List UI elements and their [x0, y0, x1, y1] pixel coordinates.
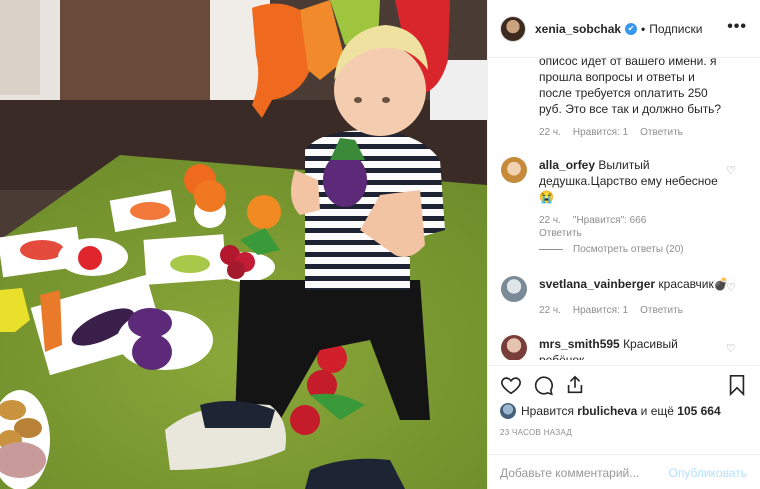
comment-time[interactable]: 22 ч.	[539, 305, 561, 316]
comment-reply-button[interactable]: Ответить	[640, 127, 683, 138]
author-avatar[interactable]	[500, 15, 526, 42]
view-replies[interactable]: Посмотреть ответы (20)	[539, 244, 684, 255]
comment-text-line: прошла вопросы и ответы и	[539, 70, 695, 84]
more-icon[interactable]: •••	[727, 19, 747, 35]
likes-prefix: Нравится	[521, 404, 574, 418]
verified-icon: ✔	[625, 22, 638, 35]
comment-meta: Ответить	[539, 228, 594, 239]
comment-item: mrs_smith595 Красивый ребёнок	[539, 336, 719, 360]
comment-item: alla_orfey Вылитый дедушка.Царство ему н…	[539, 157, 719, 205]
comment-like-icon[interactable]: ♡	[726, 166, 737, 177]
header-separator: •	[641, 21, 646, 36]
comments-list[interactable]: описос идет от вашего имени. я прошла во…	[488, 58, 760, 360]
commenter-avatar[interactable]	[501, 276, 527, 302]
comment-username[interactable]: svetlana_vainberger	[539, 277, 655, 291]
bookmark-icon[interactable]	[726, 374, 748, 397]
publish-button[interactable]: Опубликовать	[669, 466, 747, 480]
view-replies-label[interactable]: Посмотреть ответы (20)	[573, 244, 684, 255]
comment-time[interactable]: 22 ч.	[539, 215, 561, 226]
comment-username[interactable]: alla_orfey	[539, 158, 595, 172]
comment-text-line: описос идет от вашего имени. я	[539, 58, 717, 68]
comment-item: svetlana_vainberger красавчик💣	[539, 276, 729, 292]
comment-like-icon[interactable]: ♡	[726, 344, 737, 355]
commenter-avatar[interactable]	[501, 335, 527, 360]
photo-illustration	[0, 0, 487, 489]
comment-text-line: руб. Это все так и должно быть?	[539, 102, 722, 116]
comment-like-icon[interactable]: ♡	[726, 283, 737, 294]
comment-likes[interactable]: Нравится: 1	[573, 127, 628, 138]
post-actions: Нравится rbulicheva и ещё 105 664 23 ЧАС…	[488, 365, 760, 489]
comment-meta: 22 ч. Нравится: 1 Ответить	[539, 127, 749, 138]
comment-text: Вылитый	[598, 158, 650, 172]
comment-time[interactable]: 22 ч.	[539, 127, 561, 138]
comment-text: Красивый	[623, 337, 678, 351]
replies-divider	[539, 249, 563, 250]
likes-summary[interactable]: Нравится rbulicheva и ещё 105 664	[500, 403, 721, 419]
comment-username[interactable]: mrs_smith595	[539, 337, 620, 351]
liker-username[interactable]: rbulicheva	[577, 404, 637, 418]
comment-text-line: после требуется оплатить 250	[539, 86, 708, 100]
comment-meta: 22 ч. Нравится: 1 Ответить	[539, 305, 695, 316]
likes-count[interactable]: 105 664	[677, 404, 720, 418]
post-header: xenia_sobchak ✔ • Подписки •••	[488, 0, 760, 58]
comment-body: mrs_smith595 Красивый	[539, 336, 719, 352]
comment-likes[interactable]: "Нравится": 666	[573, 215, 646, 226]
comment-text: 😭	[539, 190, 554, 204]
liker-avatar	[500, 403, 516, 419]
comment-meta: 22 ч. "Нравится": 666	[539, 215, 658, 226]
comment-icon[interactable]	[532, 374, 554, 396]
comment-text: ребёнок	[539, 353, 585, 360]
add-comment-input[interactable]	[500, 465, 669, 480]
comment-body: alla_orfey Вылитый	[539, 157, 719, 173]
comment-partial: описос идет от вашего имени. я прошла во…	[539, 58, 749, 138]
instagram-post: xenia_sobchak ✔ • Подписки ••• описос ид…	[0, 0, 760, 489]
comment-likes[interactable]: Нравится: 1	[573, 305, 628, 316]
comment-text: дедушка.Царство ему небесное	[539, 174, 718, 188]
action-icons	[500, 374, 586, 396]
post-sidebar: xenia_sobchak ✔ • Подписки ••• описос ид…	[487, 0, 760, 489]
follow-button[interactable]: Подписки	[649, 22, 702, 36]
add-comment-bar: Опубликовать	[488, 454, 760, 489]
heart-icon[interactable]	[500, 374, 522, 396]
comment-body: svetlana_vainberger красавчик💣	[539, 276, 729, 292]
comment-reply-button[interactable]: Ответить	[640, 305, 683, 316]
commenter-avatar[interactable]	[501, 157, 527, 183]
post-photo[interactable]	[0, 0, 487, 489]
comment-text: красавчик💣	[658, 277, 729, 291]
post-timestamp[interactable]: 23 ЧАСОВ НАЗАД	[500, 428, 572, 437]
comment-reply-button[interactable]: Ответить	[539, 228, 582, 239]
likes-suffix: и ещё	[640, 404, 674, 418]
author-username[interactable]: xenia_sobchak	[535, 22, 621, 36]
share-icon[interactable]	[564, 374, 586, 396]
